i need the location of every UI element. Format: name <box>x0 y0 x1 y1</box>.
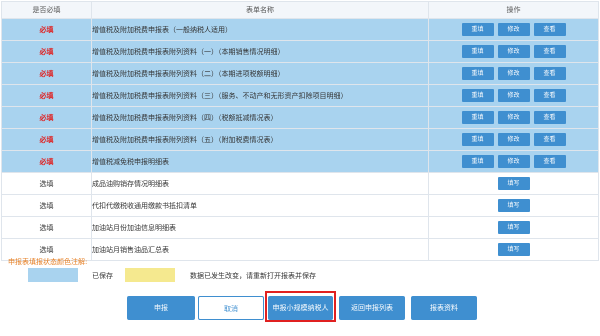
form-name-cell: 增值税及附加税费申报表附列资料（四）（税额抵减情况表） <box>91 106 429 129</box>
required-cell: 必填 <box>1 84 92 107</box>
return-list-button[interactable]: 返回申报列表 <box>339 296 405 320</box>
changed-legend-label: 数据已发生改变，请重新打开报表并保存 <box>190 272 316 280</box>
actions-cell: 重填 修改 查看 <box>428 150 599 173</box>
declare-button[interactable]: 申报 <box>127 296 195 320</box>
header-actions: 操作 <box>428 1 599 19</box>
fill-button[interactable]: 填写 <box>497 221 530 234</box>
view-button[interactable]: 查看 <box>533 45 566 58</box>
required-cell: 必填 <box>1 18 92 41</box>
required-cell: 选填 <box>1 216 92 239</box>
form-name-cell: 增值税及附加税费申报表附列资料（一）（本期销售情况明细） <box>91 40 429 63</box>
edit-button[interactable]: 修改 <box>497 67 530 80</box>
refill-button[interactable]: 重填 <box>461 133 494 146</box>
edit-button[interactable]: 修改 <box>497 23 530 36</box>
fill-button[interactable]: 填写 <box>497 243 530 256</box>
report-materials-button[interactable]: 报表资料 <box>411 296 477 320</box>
actions-cell: 重填 修改 查看 <box>428 84 599 107</box>
table-row: 必填 增值税及附加税费申报表附列资料（五）（附加税费情况表） 重填 修改 查看 <box>1 128 599 151</box>
fill-button[interactable]: 填写 <box>497 199 530 212</box>
view-button[interactable]: 查看 <box>533 111 566 124</box>
table-body: 必填 增值税及附加税费申报表（一般纳税人适用） 重填 修改 查看 必填 增值税及附加税费申报… <box>1 18 599 261</box>
table-header-row: 是否必填 表单名称 操作 <box>1 1 599 19</box>
table-row: 选填 代扣代缴税收通用缴款书抵扣清单 填写 <box>1 194 599 217</box>
actions-cell: 填写 <box>428 172 599 195</box>
required-cell: 必填 <box>1 106 92 129</box>
fill-button[interactable]: 填写 <box>497 177 530 190</box>
cancel-button[interactable]: 取消 <box>198 296 264 320</box>
highlight-box <box>265 291 336 322</box>
actions-cell: 重填 修改 查看 <box>428 62 599 85</box>
changed-color-swatch <box>125 268 175 282</box>
view-button[interactable]: 查看 <box>533 67 566 80</box>
refill-button[interactable]: 重填 <box>461 67 494 80</box>
refill-button[interactable]: 重填 <box>461 23 494 36</box>
refill-button[interactable]: 重填 <box>461 111 494 124</box>
refill-button[interactable]: 重填 <box>461 89 494 102</box>
form-name-cell: 加油站月销售油品汇总表 <box>91 238 429 261</box>
edit-button[interactable]: 修改 <box>497 133 530 146</box>
required-cell: 必填 <box>1 40 92 63</box>
actions-cell: 重填 修改 查看 <box>428 40 599 63</box>
form-name-cell: 增值税及附加税费申报表（一般纳税人适用） <box>91 18 429 41</box>
form-name-cell: 代扣代缴税收通用缴款书抵扣清单 <box>91 194 429 217</box>
actions-cell: 重填 修改 查看 <box>428 18 599 41</box>
required-cell: 必填 <box>1 128 92 151</box>
edit-button[interactable]: 修改 <box>497 89 530 102</box>
table-row: 必填 增值税及附加税费申报表附列资料（一）（本期销售情况明细） 重填 修改 查看 <box>1 40 599 63</box>
declaration-forms-table: 是否必填 表单名称 操作 必填 增值税及附加税费申报表（一般纳税人适用） 重填 修改查… <box>1 1 599 261</box>
form-name-cell: 增值税及附加税费申报表附列资料（二）（本期进项税额明细） <box>91 62 429 85</box>
form-name-cell: 成品油购销存情况明细表 <box>91 172 429 195</box>
actions-cell: 重填 修改 查看 <box>428 106 599 129</box>
view-button[interactable]: 查看 <box>533 23 566 36</box>
required-cell: 必填 <box>1 150 92 173</box>
form-name-cell: 增值税及附加税费申报表附列资料（三）（服务、不动产和无形资产扣除项目明细） <box>91 84 429 107</box>
table-row: 选填 加油站月份加油信息明细表 填写 <box>1 216 599 239</box>
actions-cell: 填写 <box>428 194 599 217</box>
header-form-name: 表单名称 <box>91 1 429 19</box>
actions-cell: 重填 修改 查看 <box>428 128 599 151</box>
legend-title: 申报表填报状态颜色注解: <box>8 258 88 266</box>
refill-button[interactable]: 重填 <box>461 45 494 58</box>
edit-button[interactable]: 修改 <box>497 155 530 168</box>
form-name-cell: 加油站月份加油信息明细表 <box>91 216 429 239</box>
form-name-cell: 增值税减免税申报明细表 <box>91 150 429 173</box>
actions-cell: 填写 <box>428 238 599 261</box>
table-row: 选填 成品油购销存情况明细表 填写 <box>1 172 599 195</box>
form-name-cell: 增值税及附加税费申报表附列资料（五）（附加税费情况表） <box>91 128 429 151</box>
required-cell: 选填 <box>1 194 92 217</box>
refill-button[interactable]: 重填 <box>461 155 494 168</box>
table-row: 必填 增值税及附加税费申报表附列资料（二）（本期进项税额明细） 重填 修改 查看 <box>1 62 599 85</box>
table-row: 选填 加油站月销售油品汇总表 填写 <box>1 238 599 261</box>
required-cell: 必填 <box>1 62 92 85</box>
table-row: 必填 增值税及附加税费申报表附列资料（三）（服务、不动产和无形资产扣除项目明细）重… <box>1 84 599 107</box>
edit-button[interactable]: 修改 <box>497 45 530 58</box>
view-button[interactable]: 查看 <box>533 155 566 168</box>
required-cell: 选填 <box>1 172 92 195</box>
table-row: 必填 增值税及附加税费申报表附列资料（四）（税额抵减情况表） 重填 修改 查看 <box>1 106 599 129</box>
header-required: 是否必填 <box>1 1 92 19</box>
actions-cell: 填写 <box>428 216 599 239</box>
table-row: 必填 增值税及附加税费申报表（一般纳税人适用） 重填 修改 查看 <box>1 18 599 41</box>
table-row: 必填 增值税减免税申报明细表 重填 修改 查看 <box>1 150 599 173</box>
saved-color-swatch <box>28 268 78 282</box>
edit-button[interactable]: 修改 <box>497 111 530 124</box>
saved-legend-label: 已保存 <box>92 272 113 280</box>
view-button[interactable]: 查看 <box>533 89 566 102</box>
view-button[interactable]: 查看 <box>533 133 566 146</box>
